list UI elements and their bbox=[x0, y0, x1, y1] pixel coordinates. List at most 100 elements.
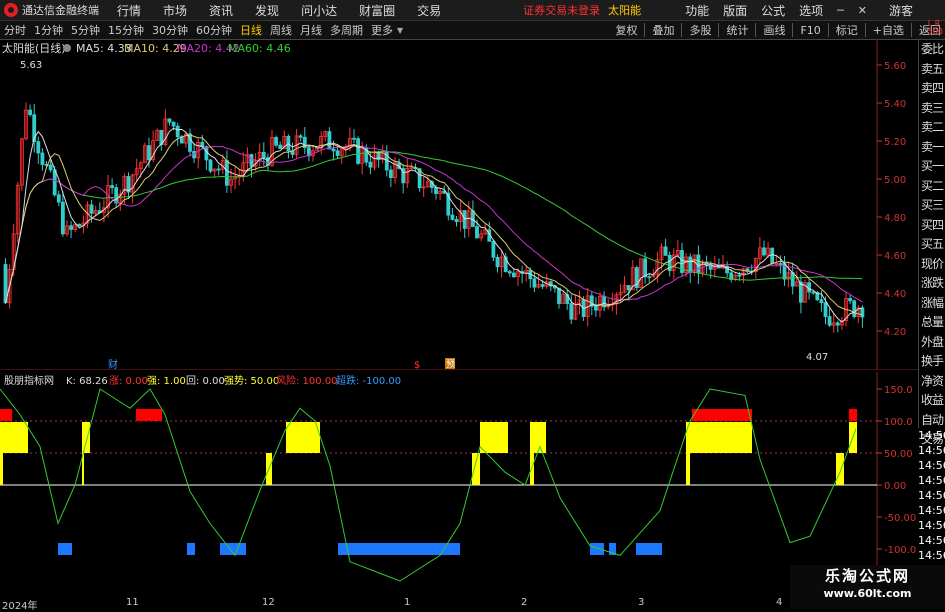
candlestick-chart[interactable]: 太阳能(日线) MA5: 4.33 MA10: 4.29 MA20: 4.42 … bbox=[0, 40, 920, 370]
tool-adjust[interactable]: 复权 bbox=[611, 22, 641, 38]
menu-quotes[interactable]: 行情 bbox=[117, 2, 141, 19]
tool-overlay[interactable]: 叠加 bbox=[648, 22, 678, 38]
sidebar-item[interactable]: 买一 bbox=[919, 157, 945, 177]
event-mark-dollar[interactable]: $ bbox=[414, 360, 420, 370]
ind-tick: 50.00 bbox=[884, 449, 913, 460]
title-bar: 通达信金融终端 行情 市场 资讯 发现 问小达 财富圈 交易 证券交易未登录 太… bbox=[0, 0, 945, 21]
candle bbox=[737, 274, 742, 277]
sidebar-item[interactable]: 买五 bbox=[919, 235, 945, 255]
candle bbox=[643, 258, 647, 278]
ma5-line bbox=[5, 127, 863, 323]
time-entry: 14:56 bbox=[918, 549, 945, 562]
login-status[interactable]: 证券交易未登录 bbox=[523, 2, 600, 18]
sidebar-item[interactable]: 卖一 bbox=[919, 138, 945, 158]
period-toolbar: 分时 1分钟 5分钟 15分钟 30分钟 60分钟 日线 周线 月线 多周期 更… bbox=[0, 21, 945, 40]
oversold-bar bbox=[58, 543, 72, 555]
watermark: 乐淘公式网 www.60lt.com bbox=[790, 565, 945, 609]
period-tab-30min[interactable]: 30分钟 bbox=[148, 22, 192, 38]
candle bbox=[827, 316, 832, 326]
candle bbox=[261, 151, 266, 159]
sidebar-item[interactable]: 收益 bbox=[919, 391, 945, 411]
period-tab-60min[interactable]: 60分钟 bbox=[192, 22, 236, 38]
ind-tick: -50.00 bbox=[884, 513, 916, 524]
candle bbox=[89, 204, 94, 214]
sidebar-item[interactable]: 卖四 bbox=[919, 79, 945, 99]
event-mark-finance[interactable]: 财 bbox=[108, 358, 118, 370]
menu-market[interactable]: 市场 bbox=[163, 2, 187, 19]
menu-news[interactable]: 资讯 bbox=[209, 2, 233, 19]
price-tick: 5.00 bbox=[884, 175, 906, 186]
ma60-line bbox=[5, 150, 863, 303]
menu-function[interactable]: 功能 bbox=[685, 2, 709, 19]
chevron-down-icon[interactable]: ▼ bbox=[397, 26, 403, 35]
candle bbox=[69, 225, 73, 230]
time-entry: 14:56 bbox=[918, 459, 945, 472]
ind-legend-qiang: 强: 1.00 bbox=[147, 375, 186, 387]
sidebar-item[interactable]: 卖五 bbox=[919, 60, 945, 80]
tool-mark[interactable]: 标记 bbox=[832, 22, 862, 38]
x-label-11: 11 bbox=[126, 597, 139, 608]
candle bbox=[852, 300, 857, 317]
minimize-button[interactable]: ─ bbox=[837, 4, 844, 17]
indicator-chart[interactable]: 股朋指标网 K: 68.26 涨: 0.00 强: 1.00 回: 0.00 强… bbox=[0, 372, 920, 597]
candle bbox=[540, 284, 545, 287]
risk-zone-bar bbox=[0, 409, 12, 421]
x-label-1: 1 bbox=[404, 597, 411, 608]
menu-layout[interactable]: 版面 bbox=[723, 2, 747, 19]
menu-trade[interactable]: 交易 bbox=[417, 2, 441, 19]
price-tick: 4.40 bbox=[884, 289, 906, 300]
x-label-2024: 2024年 bbox=[2, 601, 38, 612]
period-tab-weekly[interactable]: 周线 bbox=[266, 22, 296, 38]
period-tab-daily[interactable]: 日线 bbox=[236, 22, 266, 38]
sidebar-item[interactable]: 换手 bbox=[919, 352, 945, 372]
event-mark-forecast[interactable]: 预 bbox=[446, 359, 455, 370]
x-label-3: 3 bbox=[638, 597, 645, 608]
menu-discover[interactable]: 发现 bbox=[255, 2, 279, 19]
sidebar-item[interactable]: 买四 bbox=[919, 216, 945, 236]
close-icon[interactable]: ✕ bbox=[858, 4, 867, 17]
candle bbox=[762, 247, 766, 256]
period-tab-15min[interactable]: 15分钟 bbox=[104, 22, 148, 38]
ind-legend-fengxian: 风险: 100.00 bbox=[276, 374, 338, 387]
oversold-bar bbox=[636, 543, 662, 555]
menu-wealth[interactable]: 财富圈 bbox=[359, 2, 395, 19]
menu-ask[interactable]: 问小达 bbox=[301, 2, 337, 19]
candle bbox=[495, 256, 500, 268]
price-tick: 4.60 bbox=[884, 251, 906, 262]
period-tab-5min[interactable]: 5分钟 bbox=[67, 22, 104, 38]
period-tab-multi[interactable]: 多周期 bbox=[326, 22, 367, 38]
sidebar-item[interactable]: 外盘 bbox=[919, 333, 945, 353]
sidebar-item[interactable]: 买二 bbox=[919, 177, 945, 197]
sidebar-item[interactable]: 委比 bbox=[919, 40, 945, 60]
oversold-bar bbox=[590, 543, 604, 555]
candle bbox=[335, 150, 340, 156]
sidebar-item[interactable]: 涨跌 bbox=[919, 274, 945, 294]
settings-gear-icon[interactable] bbox=[63, 44, 71, 52]
tool-add-favorite[interactable]: +自选 bbox=[869, 22, 908, 38]
candle bbox=[532, 278, 537, 288]
candle bbox=[249, 154, 254, 167]
sidebar-item[interactable]: 总量 bbox=[919, 313, 945, 333]
sidebar-item[interactable]: 涨幅 bbox=[919, 294, 945, 314]
period-tab-timeshare[interactable]: 分时 bbox=[0, 22, 30, 38]
sidebar-item[interactable]: 净资 bbox=[919, 372, 945, 392]
candle bbox=[40, 152, 45, 165]
period-tab-more[interactable]: 更多 bbox=[367, 22, 397, 38]
tool-stats[interactable]: 统计 bbox=[722, 22, 752, 38]
period-tab-monthly[interactable]: 月线 bbox=[296, 22, 326, 38]
candle bbox=[557, 287, 561, 304]
guest-button[interactable]: 游客 bbox=[889, 2, 913, 19]
watermark-url: www.60lt.com bbox=[823, 587, 912, 600]
sidebar-item[interactable]: 买三 bbox=[919, 196, 945, 216]
tool-draw[interactable]: 画线 bbox=[759, 22, 789, 38]
x-label-12: 12 bbox=[262, 597, 275, 608]
candle bbox=[770, 247, 775, 264]
tool-f10[interactable]: F10 bbox=[796, 24, 824, 37]
menu-options[interactable]: 选项 bbox=[799, 2, 823, 19]
sidebar-item[interactable]: 卖三 bbox=[919, 99, 945, 119]
menu-formula[interactable]: 公式 bbox=[761, 2, 785, 19]
sidebar-item[interactable]: 现价 bbox=[919, 255, 945, 275]
sidebar-item[interactable]: 卖二 bbox=[919, 118, 945, 138]
period-tab-1min[interactable]: 1分钟 bbox=[30, 22, 67, 38]
tool-multi-stock[interactable]: 多股 bbox=[685, 22, 715, 38]
